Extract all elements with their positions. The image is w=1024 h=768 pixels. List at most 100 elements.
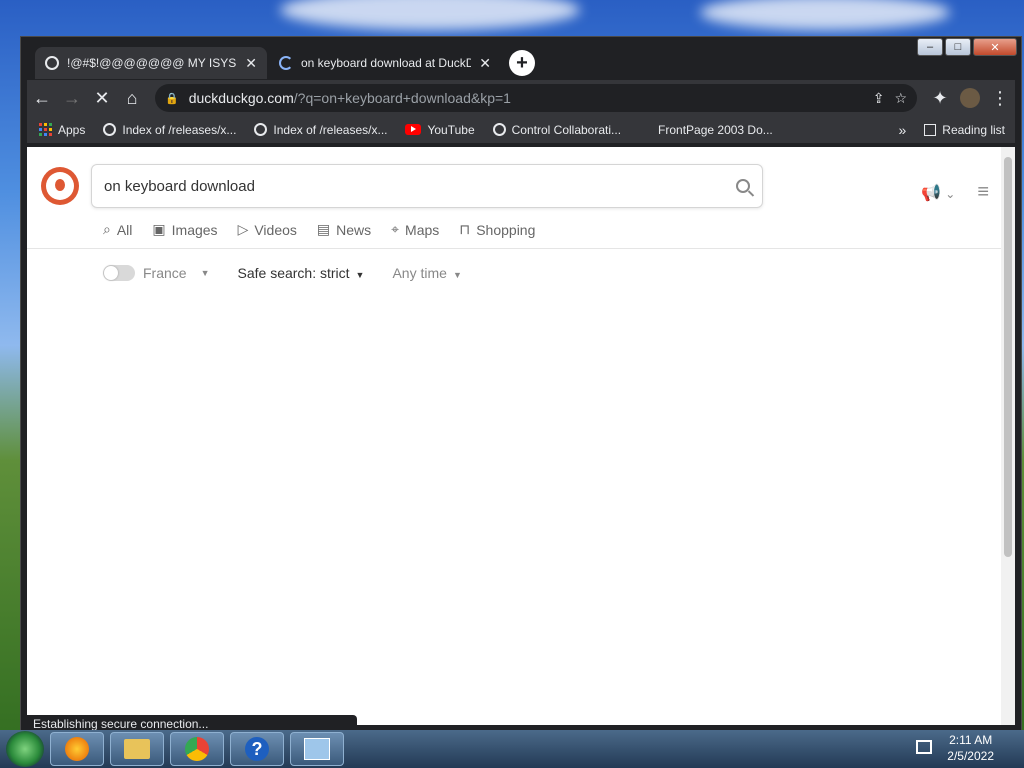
tab-maps[interactable]: ⌖ Maps (391, 221, 439, 238)
help-icon: ? (245, 737, 269, 761)
tab-close-icon[interactable]: ✕ (479, 55, 491, 72)
system-clock[interactable]: 2:11 AM 2/5/2022 (947, 732, 994, 764)
close-window-button[interactable]: ✕ (973, 38, 1017, 56)
maximize-button[interactable]: □ (945, 38, 971, 56)
caret-down-icon: ▼ (200, 268, 210, 278)
bookmark-star-icon[interactable]: ☆ (894, 90, 907, 107)
tab-isys[interactable]: !@#$!@@@@@@@ MY ISYS PF ✕ (35, 47, 267, 79)
chrome-icon (185, 737, 209, 761)
firefox-icon (65, 737, 89, 761)
time-filter-label: Any time (392, 265, 447, 281)
lock-icon[interactable]: 🔒 (165, 92, 179, 105)
control-panel-icon (304, 738, 330, 760)
share-icon[interactable]: ⇪ (873, 90, 885, 107)
tab-label: Images (171, 221, 218, 238)
windows-taskbar: ? 2:11 AM 2/5/2022 (0, 730, 1024, 768)
tab-duckduckgo[interactable]: on keyboard download at DuckD ✕ (269, 47, 501, 79)
duckduckgo-logo[interactable] (41, 167, 79, 205)
stop-button[interactable]: ✕ (87, 83, 117, 113)
region-filter[interactable]: France ▼ (103, 265, 210, 281)
hamburger-menu-icon[interactable]: ≡ (977, 181, 989, 204)
reading-list-icon (924, 123, 937, 136)
bookmark-item[interactable]: YouTube (405, 122, 475, 137)
tab-label: Videos (254, 221, 297, 238)
address-bar[interactable]: 🔒 duckduckgo.com/?q=on+keyboard+download… (155, 84, 917, 112)
vertical-scrollbar[interactable] (1001, 147, 1015, 725)
scrollbar-thumb[interactable] (1004, 157, 1012, 557)
tab-news[interactable]: ▤ News (317, 221, 371, 238)
bag-icon: ⊓ (459, 221, 471, 237)
start-button[interactable] (6, 731, 44, 767)
tab-close-icon[interactable]: ✕ (245, 55, 257, 72)
url-text: duckduckgo.com/?q=on+keyboard+download&k… (189, 90, 511, 106)
bookmark-apps[interactable]: Apps (39, 123, 85, 137)
network-icon[interactable] (916, 740, 932, 754)
bookmark-label: Index of /releases/x... (122, 122, 237, 137)
browser-toolbar: ← → ✕ ⌂ 🔒 duckduckgo.com/?q=on+keyboard+… (27, 80, 1015, 116)
home-button[interactable]: ⌂ (117, 83, 147, 113)
tab-title: on keyboard download at DuckD (301, 56, 472, 70)
tab-strip: !@#$!@@@@@@@ MY ISYS PF ✕ on keyboard do… (35, 45, 535, 79)
clock-time: 2:11 AM (949, 733, 993, 747)
bookmark-item[interactable]: Index of /releases/x... (254, 123, 387, 137)
search-input[interactable]: on keyboard download (104, 178, 736, 195)
caret-down-icon: ▼ (452, 270, 462, 280)
time-filter-dropdown[interactable]: Any time ▼ (392, 265, 461, 281)
globe-icon (45, 56, 59, 70)
search-box[interactable]: on keyboard download (91, 164, 763, 208)
taskbar-control-panel[interactable] (290, 732, 344, 766)
search-tabs: ⌕ All ▣ Images ▷ Videos ▤ News ⌖ Maps ⊓ Shoppi… (103, 221, 535, 238)
megaphone-glyph: 📢 (921, 184, 942, 202)
taskbar-chrome[interactable] (170, 732, 224, 766)
play-icon: ▷ (237, 221, 249, 237)
page-content: on keyboard download 📢 ⌄ ≡ ⌕ All ▣ Images ▷… (27, 147, 1001, 725)
search-icon[interactable] (736, 179, 750, 193)
bookmark-item[interactable]: FrontPage 2003 Do... (639, 123, 773, 137)
profile-avatar[interactable] (955, 83, 985, 113)
bookmark-item[interactable]: Control Collaborati... (492, 123, 621, 137)
bookmark-label: Apps (58, 122, 86, 137)
taskbar-explorer[interactable] (110, 732, 164, 766)
search-icon: ⌕ (103, 221, 111, 237)
tab-images[interactable]: ▣ Images (152, 221, 217, 238)
back-button[interactable]: ← (27, 83, 57, 113)
forward-button[interactable]: → (57, 83, 87, 113)
browser-menu-icon[interactable]: ⋮ (985, 83, 1015, 113)
taskbar-firefox[interactable] (50, 732, 104, 766)
chevron-down-icon: ⌄ (945, 186, 956, 201)
tab-videos[interactable]: ▷ Videos (238, 221, 297, 238)
blank-icon (639, 123, 652, 136)
bookmark-label: FrontPage 2003 Do... (658, 122, 773, 137)
tab-shopping[interactable]: ⊓ Shopping (459, 221, 535, 238)
region-label: France (143, 265, 187, 281)
bookmark-item[interactable]: Index of /releases/x... (103, 123, 236, 137)
taskbar-help[interactable]: ? (230, 732, 284, 766)
minimize-button[interactable]: – (917, 38, 943, 56)
loading-spinner-icon (279, 56, 293, 70)
megaphone-icon[interactable]: 📢 ⌄ (921, 183, 955, 203)
reading-list-button[interactable]: Reading list (924, 123, 1015, 137)
safe-search-label: Safe search: strict (237, 265, 350, 281)
window-controls: – □ ✕ (917, 38, 1017, 56)
tab-all[interactable]: ⌕ All (103, 221, 132, 238)
bookmark-label: YouTube (427, 122, 475, 137)
bookmark-label: Index of /releases/x... (273, 122, 388, 137)
folder-icon (124, 739, 150, 759)
caret-down-icon: ▼ (355, 270, 365, 280)
tab-label: News (336, 221, 372, 238)
tab-label: All (116, 221, 133, 238)
bookmarks-overflow-button[interactable]: » (899, 122, 907, 138)
globe-icon (492, 123, 506, 136)
tab-label: Maps (405, 221, 440, 238)
image-icon: ▣ (152, 221, 166, 237)
extensions-icon[interactable]: ✦ (925, 83, 955, 113)
browser-window: – □ ✕ !@#$!@@@@@@@ MY ISYS PF ✕ on keybo… (20, 36, 1022, 733)
news-icon: ▤ (316, 221, 331, 237)
url-host: duckduckgo.com (188, 90, 294, 106)
reading-list-label: Reading list (942, 122, 1005, 137)
region-toggle[interactable] (103, 265, 135, 281)
youtube-icon (405, 124, 422, 135)
safe-search-dropdown[interactable]: Safe search: strict ▼ (238, 265, 365, 281)
tab-title: !@#$!@@@@@@@ MY ISYS PF (67, 56, 238, 70)
new-tab-button[interactable]: + (509, 50, 535, 76)
